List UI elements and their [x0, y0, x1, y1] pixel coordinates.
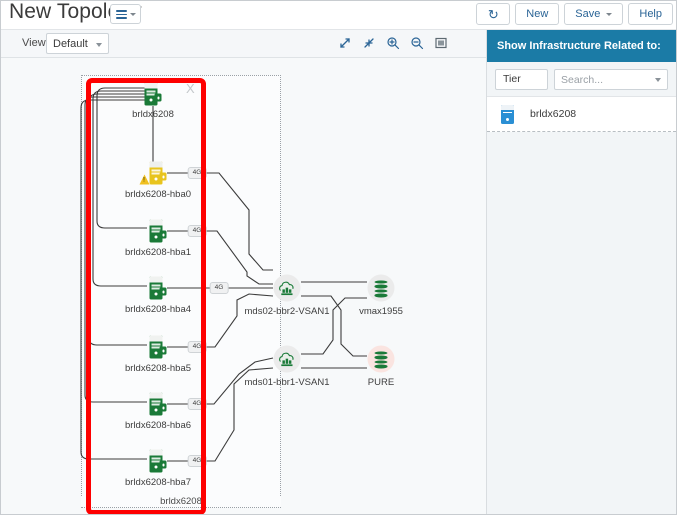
infrastructure-panel: Show Infrastructure Related to: Tier Sea…: [486, 30, 676, 514]
server-icon: [144, 82, 162, 106]
link-speed-badge: 4G: [187, 225, 207, 237]
help-button-label: Help: [639, 8, 662, 20]
title-menu-button[interactable]: [110, 4, 141, 24]
search-input[interactable]: Search...: [554, 68, 668, 90]
panel-search-row: Tier Search...: [487, 62, 676, 96]
expand-icon[interactable]: [338, 36, 352, 50]
node-label: brldx6208-hba6: [124, 420, 192, 431]
switch-icon: [273, 274, 301, 302]
chevron-down-icon: [606, 12, 613, 16]
link-speed-badge: 4G: [187, 398, 207, 410]
storage-icon: [367, 345, 395, 373]
node-label: mds01-bbr1-VSAN1: [244, 377, 330, 388]
new-button[interactable]: New: [515, 3, 560, 25]
tier-filter-button[interactable]: Tier: [495, 68, 548, 90]
top-bar: New Topology ↻ New Save Help: [1, 1, 676, 30]
node-label: brldx6208-hba1: [124, 247, 192, 258]
collapse-icon[interactable]: [362, 36, 376, 50]
warning-icon: [139, 174, 150, 185]
link-speed-badge: 4G: [187, 455, 207, 467]
node-label: brldx6208-hba5: [124, 363, 192, 374]
link-speed-badge: 4G: [187, 167, 207, 179]
help-button[interactable]: Help: [628, 3, 673, 25]
view-select-value: Default: [53, 38, 88, 50]
infrastructure-list: brldx6208: [487, 96, 676, 132]
hba-icon: [149, 276, 167, 300]
node-label: brldx6208-hba0: [124, 189, 192, 200]
view-select[interactable]: Default: [46, 33, 109, 54]
link-speed-badge: 4G: [209, 282, 229, 294]
close-icon[interactable]: X: [186, 81, 195, 96]
new-button-label: New: [526, 8, 549, 20]
node-label: brldx6208-hba7: [124, 477, 192, 488]
server-icon: [501, 104, 514, 124]
topology-links: [80, 87, 367, 462]
node-label: mds02-bbr2-VSAN1: [244, 306, 330, 317]
view-label: View: [22, 37, 46, 49]
node-label: vmax1955: [359, 306, 403, 317]
save-button[interactable]: Save: [564, 3, 624, 25]
panel-header: Show Infrastructure Related to:: [487, 30, 676, 62]
save-button-label: Save: [575, 8, 601, 20]
list-item-label: brldx6208: [530, 108, 577, 120]
zoom-out-icon[interactable]: [410, 36, 424, 50]
chevron-down-icon: [130, 13, 136, 16]
node-label: brldx6208-hba4: [124, 304, 192, 315]
hba-icon: [149, 392, 167, 416]
node-label: PURE: [367, 377, 395, 388]
hba-icon: [149, 335, 167, 359]
topology-canvas[interactable]: brldx6208 brldx6208 ! brldx6208-hba0 brl…: [1, 58, 486, 514]
refresh-icon: ↻: [487, 6, 499, 22]
search-placeholder: Search...: [561, 73, 604, 86]
refresh-button[interactable]: ↻: [476, 3, 511, 25]
hba-icon: [139, 161, 167, 185]
canvas-tool-group: [338, 36, 448, 50]
topology-app: New Topology ↻ New Save Help View Defaul…: [0, 0, 677, 515]
list-item[interactable]: brldx6208: [487, 97, 676, 132]
topology-diagram: brldx6208 brldx6208 ! brldx6208-hba0 brl…: [1, 58, 486, 514]
link-speed-badge: 4G: [187, 341, 207, 353]
chevron-down-icon: [96, 43, 102, 47]
list-menu-icon: [116, 10, 127, 19]
switch-icon: [273, 345, 301, 373]
storage-icon: [367, 274, 395, 302]
chevron-down-icon[interactable]: [655, 77, 661, 82]
node-label: brldx6208: [132, 109, 174, 120]
zoom-in-icon[interactable]: [386, 36, 400, 50]
fit-to-screen-icon[interactable]: [434, 36, 448, 50]
hba-icon: [149, 449, 167, 473]
hba-icon: [149, 219, 167, 243]
top-bar-actions: ↻ New Save Help: [476, 3, 673, 25]
tier-filter-label: Tier: [503, 73, 521, 85]
canvas-toolbar: View Default: [1, 30, 486, 58]
